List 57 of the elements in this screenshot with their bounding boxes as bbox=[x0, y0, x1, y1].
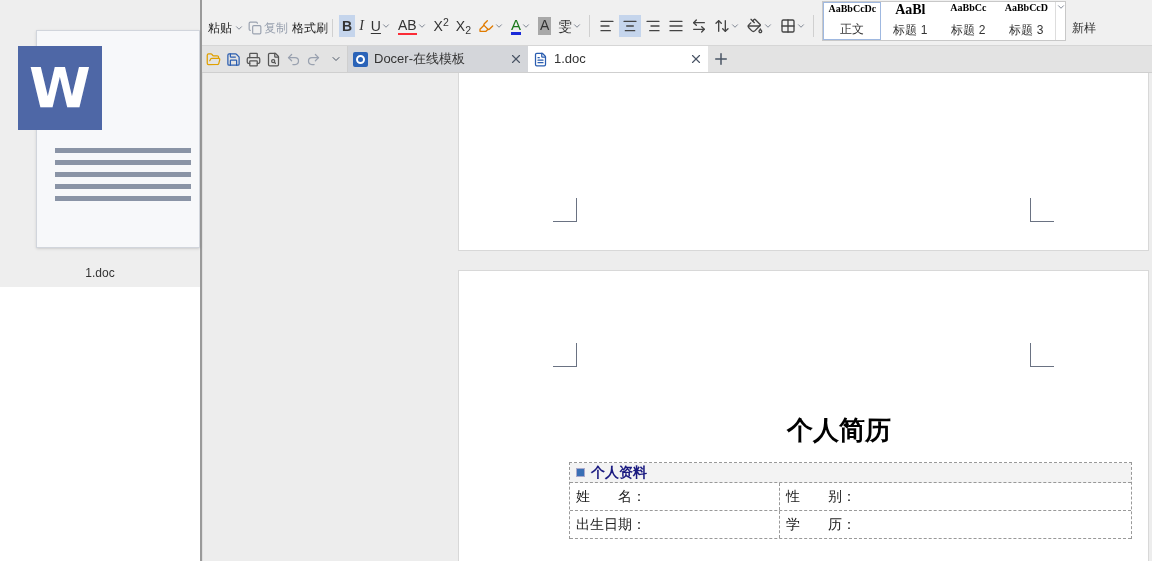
caret-icon bbox=[234, 23, 244, 33]
document-tab[interactable]: Docer-在线模板 bbox=[348, 46, 528, 72]
font-format-button[interactable]: X$^{2}$ bbox=[430, 15, 452, 37]
table-cell-text: 学 历： bbox=[785, 515, 857, 534]
new-tab-icon[interactable] bbox=[712, 50, 730, 68]
printer-icon[interactable] bbox=[246, 51, 261, 67]
highlighter-icon bbox=[478, 18, 494, 34]
paste-button[interactable]: 粘贴 bbox=[208, 19, 244, 37]
align-center-button[interactable] bbox=[619, 15, 642, 37]
table-cell: 出生日期： bbox=[570, 511, 780, 538]
align-right-icon bbox=[645, 18, 662, 34]
border-icon bbox=[780, 18, 797, 34]
new-style-button[interactable]: 新样 bbox=[1072, 19, 1097, 37]
font-format-button[interactable]: X$_{2}$ bbox=[452, 15, 474, 37]
style-option[interactable]: AaBbCc 标题 2 bbox=[939, 2, 998, 40]
font-format-button[interactable]: I bbox=[356, 15, 367, 37]
font-format-button[interactable]: B bbox=[339, 15, 356, 37]
caret-icon bbox=[380, 21, 391, 31]
table-cell: 姓 名： bbox=[570, 483, 780, 510]
save-icon[interactable] bbox=[226, 51, 241, 67]
caret-icon bbox=[730, 21, 741, 31]
shading-icon bbox=[747, 18, 764, 34]
document-icon bbox=[533, 51, 548, 67]
table-section-header: 个人资料 bbox=[570, 463, 1131, 483]
distribute-icon bbox=[691, 18, 708, 34]
caret-icon bbox=[796, 21, 807, 31]
align-center-icon bbox=[622, 18, 639, 34]
line-spacing-icon bbox=[714, 18, 731, 34]
font-format-button[interactable]: AB bbox=[394, 15, 430, 37]
file-name-label[interactable]: 1.doc bbox=[85, 264, 115, 282]
justify-icon bbox=[668, 18, 685, 34]
docer-logo-icon bbox=[353, 51, 368, 67]
style-option[interactable]: AaBbCcDc 正文 bbox=[823, 2, 882, 40]
margin-corner-mark bbox=[1030, 198, 1054, 222]
margin-corner-mark bbox=[1030, 343, 1054, 367]
table-cell-text: 性 别： bbox=[784, 487, 857, 506]
caret-icon bbox=[521, 21, 531, 31]
section-icon bbox=[576, 468, 585, 477]
caret-icon bbox=[572, 21, 583, 31]
close-tab-icon[interactable] bbox=[689, 52, 703, 66]
font-format-button[interactable]: U bbox=[367, 15, 394, 37]
margin-corner-mark bbox=[553, 198, 577, 222]
style-option[interactable]: AaBl 标题 1 bbox=[881, 2, 940, 40]
font-format-button[interactable]: 雯 bbox=[555, 15, 586, 37]
copy-icon bbox=[248, 21, 262, 35]
print-preview-icon[interactable] bbox=[266, 51, 281, 67]
font-format-button[interactable]: A bbox=[508, 15, 534, 37]
align-left-icon bbox=[599, 18, 616, 34]
format-painter-button[interactable]: 格式刷 bbox=[292, 19, 328, 37]
document-tab[interactable]: 1.doc bbox=[528, 46, 708, 72]
caret-icon bbox=[763, 21, 774, 31]
margin-corner-mark bbox=[553, 343, 577, 367]
caret-icon bbox=[416, 21, 427, 31]
close-tab-icon[interactable] bbox=[509, 52, 523, 66]
style-option[interactable]: AaBbCcD 标题 3 bbox=[997, 2, 1056, 40]
document-title: 个人简历 bbox=[786, 414, 891, 447]
caret-icon bbox=[494, 21, 504, 31]
